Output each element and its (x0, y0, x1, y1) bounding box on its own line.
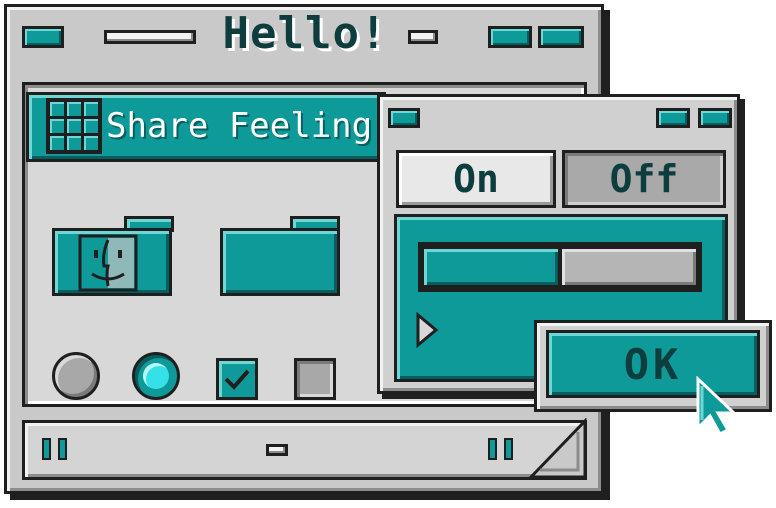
folder-icon[interactable] (220, 216, 342, 298)
status-bar (22, 420, 587, 480)
finder-folder-icon[interactable] (52, 216, 174, 298)
pause-icon-right-a (488, 438, 497, 460)
radio-selected[interactable] (132, 352, 180, 400)
dialog-close-button[interactable] (388, 108, 420, 128)
dialog-minimize-button[interactable] (656, 108, 690, 128)
radio-dot (143, 363, 169, 389)
pause-icon-left-a (42, 438, 51, 460)
status-indicator (266, 444, 288, 456)
grid-icon (46, 98, 102, 154)
resize-grip-icon[interactable] (528, 418, 588, 480)
toggle-on-button[interactable]: On (396, 150, 556, 208)
window-zoom-button[interactable] (538, 26, 584, 48)
mouse-cursor-icon (696, 376, 738, 436)
title-bar-stripe-right (408, 30, 438, 44)
toggle-off-button[interactable]: Off (562, 150, 726, 208)
pause-icon-left-b (58, 438, 67, 460)
window-close-button[interactable] (22, 26, 64, 48)
finder-face-icon (78, 234, 138, 292)
checkbox-checked[interactable] (216, 358, 258, 400)
pause-icon-right-b (504, 438, 513, 460)
title-bar-stripe-left (104, 30, 196, 44)
slider-empty (562, 249, 696, 285)
play-arrow-icon[interactable] (414, 312, 440, 348)
slider-fill (424, 249, 558, 285)
window-title: Hello! (222, 8, 388, 59)
checkmark-icon (224, 369, 250, 390)
radio-unselected[interactable] (52, 352, 100, 400)
dialog-zoom-button[interactable] (698, 108, 732, 128)
header-label: Share Feeling (106, 106, 373, 146)
checkbox-unchecked[interactable] (294, 358, 336, 400)
window-minimize-button[interactable] (488, 26, 532, 48)
